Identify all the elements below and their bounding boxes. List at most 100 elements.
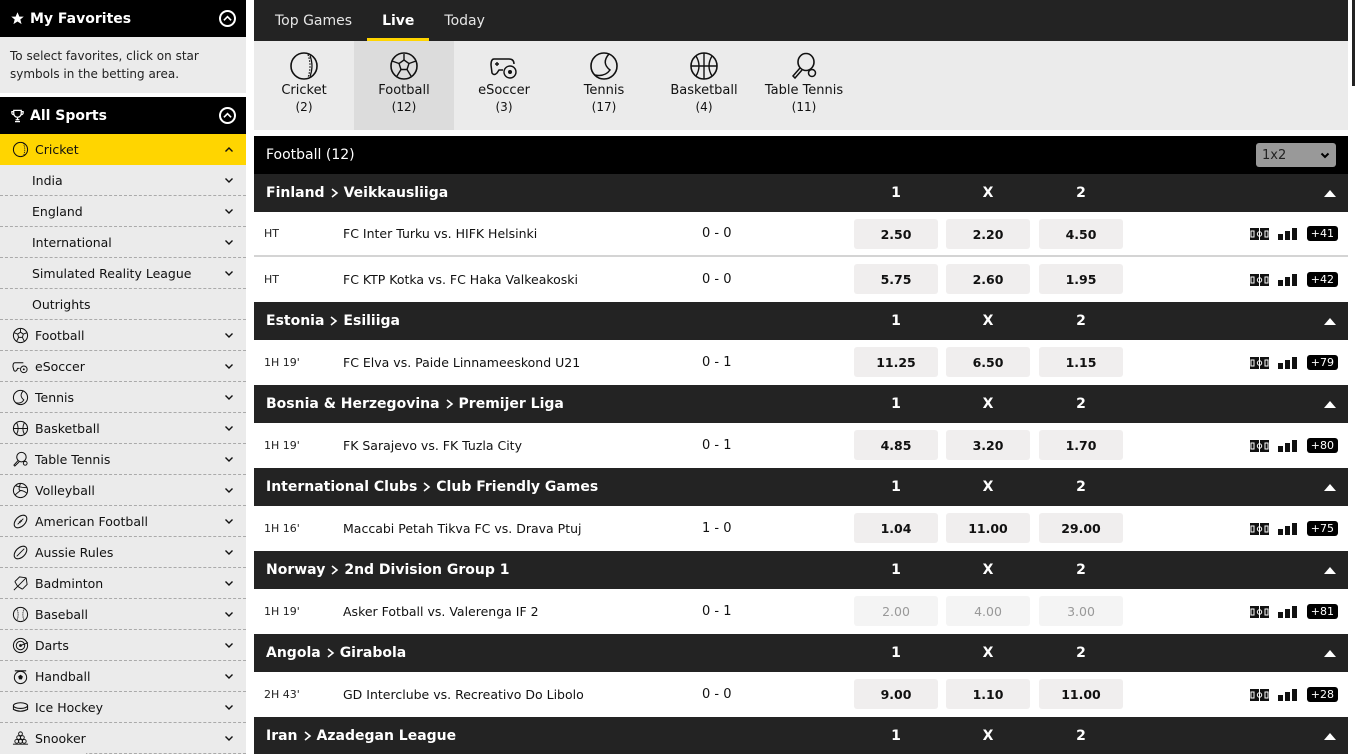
- league-name[interactable]: Club Friendly Games: [436, 479, 598, 495]
- market-select[interactable]: 1x2: [1256, 143, 1336, 167]
- statistics-icon[interactable]: [1277, 605, 1298, 618]
- odds-away-button[interactable]: 1.95: [1039, 264, 1123, 294]
- league-country[interactable]: International Clubs: [266, 479, 417, 495]
- sidebar-subitem-simulated-reality-league[interactable]: Simulated Reality League: [0, 258, 246, 289]
- odds-home-button[interactable]: 4.85: [854, 430, 938, 460]
- statistics-icon[interactable]: [1277, 356, 1298, 369]
- sidebar-item-cricket[interactable]: Cricket: [0, 134, 246, 165]
- match-teams[interactable]: FC KTP Kotka vs. FC Haka Valkeakoski: [343, 272, 578, 287]
- scrollbar[interactable]: [1352, 0, 1355, 86]
- sidebar-item-esoccer[interactable]: eSoccer: [0, 351, 246, 382]
- odds-draw-button[interactable]: 3.20: [946, 430, 1030, 460]
- sport-tab-cricket[interactable]: Cricket (2): [254, 41, 354, 130]
- more-markets-button[interactable]: +28: [1306, 687, 1338, 702]
- match-tracker-icon[interactable]: [1249, 356, 1269, 369]
- more-markets-button[interactable]: +75: [1306, 521, 1338, 536]
- statistics-icon[interactable]: [1277, 522, 1298, 535]
- league-country[interactable]: Finland: [266, 185, 325, 201]
- odds-home-button[interactable]: 5.75: [854, 264, 938, 294]
- league-header[interactable]: Estonia Esiliiga 1 X 2: [254, 302, 1348, 340]
- collapse-triangle-icon[interactable]: [1324, 189, 1336, 197]
- match-tracker-icon[interactable]: [1249, 522, 1269, 535]
- league-country[interactable]: Estonia: [266, 313, 324, 329]
- match-tracker-icon[interactable]: [1249, 688, 1269, 701]
- more-markets-button[interactable]: +79: [1306, 355, 1338, 370]
- tab-today[interactable]: Today: [429, 0, 500, 41]
- league-country[interactable]: Angola: [266, 645, 321, 661]
- odds-home-button[interactable]: 1.04: [854, 513, 938, 543]
- league-country[interactable]: Bosnia & Herzegovina: [266, 396, 440, 412]
- sidebar-item-american-football[interactable]: American Football: [0, 506, 246, 537]
- league-name[interactable]: Premijer Liga: [459, 396, 564, 412]
- league-header[interactable]: Iran Azadegan League 1 X 2: [254, 717, 1348, 754]
- sidebar-item-handball[interactable]: Handball: [0, 661, 246, 692]
- match-tracker-icon[interactable]: [1249, 439, 1269, 452]
- odds-draw-button[interactable]: 11.00: [946, 513, 1030, 543]
- odds-draw-button[interactable]: 1.10: [946, 679, 1030, 709]
- odds-away-button[interactable]: 4.50: [1039, 219, 1123, 249]
- match-teams[interactable]: GD Interclube vs. Recreativo Do Libolo: [343, 687, 584, 702]
- statistics-icon[interactable]: [1277, 688, 1298, 701]
- all-sports-header[interactable]: All Sports: [0, 97, 246, 134]
- collapse-triangle-icon[interactable]: [1324, 483, 1336, 491]
- more-markets-button[interactable]: +80: [1306, 438, 1338, 453]
- league-header[interactable]: Bosnia & Herzegovina Premijer Liga 1 X 2: [254, 385, 1348, 423]
- league-header[interactable]: Finland Veikkausliiga 1 X 2: [254, 174, 1348, 212]
- statistics-icon[interactable]: [1277, 227, 1298, 240]
- collapse-triangle-icon[interactable]: [1324, 732, 1336, 740]
- league-header[interactable]: International Clubs Club Friendly Games 1 X…: [254, 468, 1348, 506]
- sport-tab-football[interactable]: Football (12): [354, 41, 454, 130]
- collapse-triangle-icon[interactable]: [1324, 400, 1336, 408]
- sidebar-item-darts[interactable]: Darts: [0, 630, 246, 661]
- odds-draw-button[interactable]: 2.20: [946, 219, 1030, 249]
- league-country[interactable]: Iran: [266, 728, 298, 744]
- tab-live[interactable]: Live: [367, 0, 430, 41]
- league-header[interactable]: Angola Girabola 1 X 2: [254, 634, 1348, 672]
- league-country[interactable]: Norway: [266, 562, 325, 578]
- sidebar-item-table-tennis[interactable]: Table Tennis: [0, 444, 246, 475]
- collapse-triangle-icon[interactable]: [1324, 566, 1336, 574]
- sport-tab-esoccer[interactable]: eSoccer (3): [454, 41, 554, 130]
- statistics-icon[interactable]: [1277, 439, 1298, 452]
- odds-away-button[interactable]: 29.00: [1039, 513, 1123, 543]
- league-name[interactable]: Girabola: [340, 645, 407, 661]
- match-tracker-icon[interactable]: [1249, 605, 1269, 618]
- odds-home-button[interactable]: 2.50: [854, 219, 938, 249]
- league-header[interactable]: Norway 2nd Division Group 1 1 X 2: [254, 551, 1348, 589]
- odds-draw-button[interactable]: 4.00: [946, 596, 1030, 626]
- sidebar-item-basketball[interactable]: Basketball: [0, 413, 246, 444]
- match-teams[interactable]: Asker Fotball vs. Valerenga IF 2: [343, 604, 539, 619]
- more-markets-button[interactable]: +81: [1306, 604, 1338, 619]
- odds-away-button[interactable]: 3.00: [1039, 596, 1123, 626]
- sidebar-item-tennis[interactable]: Tennis: [0, 382, 246, 413]
- sport-tab-tennis[interactable]: Tennis (17): [554, 41, 654, 130]
- odds-away-button[interactable]: 11.00: [1039, 679, 1123, 709]
- match-tracker-icon[interactable]: [1249, 227, 1269, 240]
- league-name[interactable]: Azadegan League: [317, 728, 457, 744]
- league-name[interactable]: Veikkausliiga: [344, 185, 449, 201]
- all-sports-collapse-button[interactable]: [219, 107, 236, 124]
- match-teams[interactable]: FC Inter Turku vs. HIFK Helsinki: [343, 226, 537, 241]
- statistics-icon[interactable]: [1277, 273, 1298, 286]
- sidebar-item-aussie-rules[interactable]: Aussie Rules: [0, 537, 246, 568]
- odds-draw-button[interactable]: 6.50: [946, 347, 1030, 377]
- odds-away-button[interactable]: 1.15: [1039, 347, 1123, 377]
- tab-top-games[interactable]: Top Games: [260, 0, 367, 41]
- league-name[interactable]: 2nd Division Group 1: [344, 562, 509, 578]
- more-markets-button[interactable]: +42: [1306, 272, 1338, 287]
- match-teams[interactable]: Maccabi Petah Tikva FC vs. Drava Ptuj: [343, 521, 582, 536]
- sidebar-subitem-international[interactable]: International: [0, 227, 246, 258]
- odds-away-button[interactable]: 1.70: [1039, 430, 1123, 460]
- sidebar-item-football[interactable]: Football: [0, 320, 246, 351]
- sport-tab-table-tennis[interactable]: Table Tennis (11): [754, 41, 854, 130]
- sidebar-subitem-outrights[interactable]: Outrights: [0, 289, 246, 320]
- sidebar-subitem-england[interactable]: England: [0, 196, 246, 227]
- sidebar-item-badminton[interactable]: Badminton: [0, 568, 246, 599]
- collapse-triangle-icon[interactable]: [1324, 317, 1336, 325]
- odds-home-button[interactable]: 9.00: [854, 679, 938, 709]
- odds-home-button[interactable]: 2.00: [854, 596, 938, 626]
- collapse-triangle-icon[interactable]: [1324, 649, 1336, 657]
- match-teams[interactable]: FK Sarajevo vs. FK Tuzla City: [343, 438, 522, 453]
- sidebar-item-baseball[interactable]: Baseball: [0, 599, 246, 630]
- sidebar-subitem-india[interactable]: India: [0, 165, 246, 196]
